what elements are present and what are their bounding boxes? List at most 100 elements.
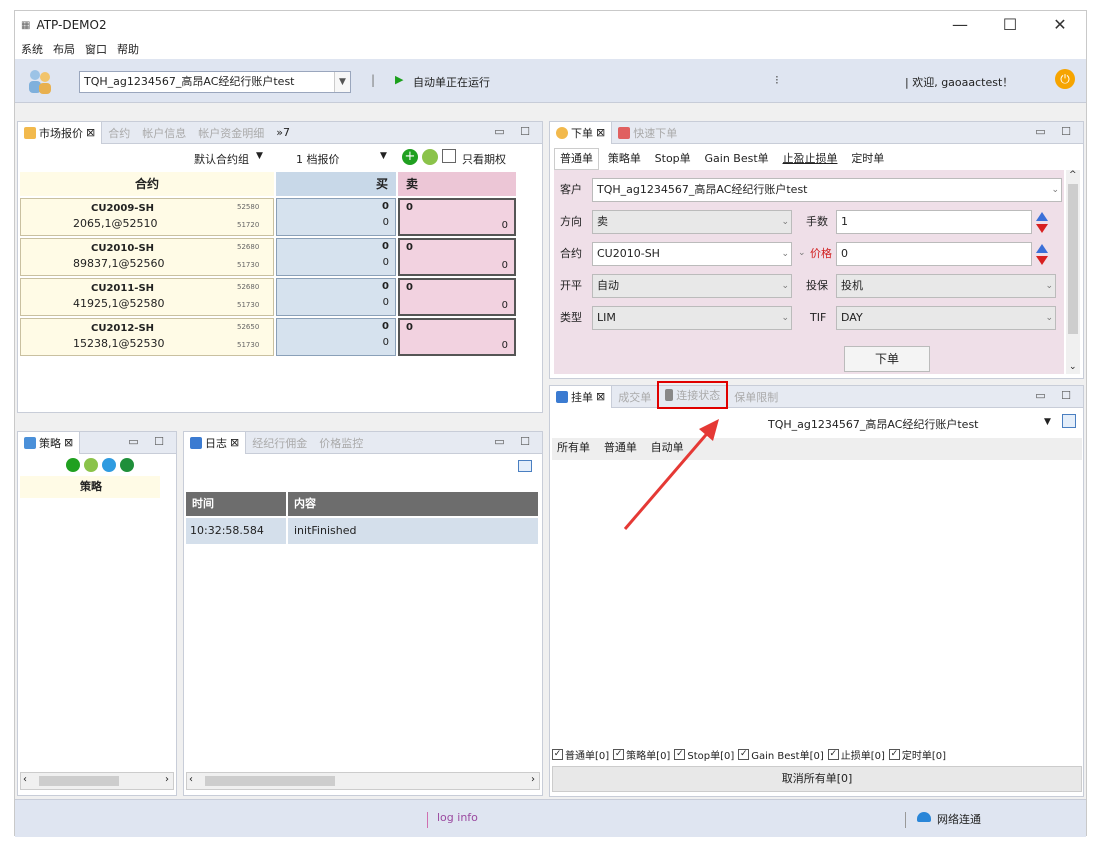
quote-row[interactable]: CU2009-SH 2065,1@52510 52580 51720 0 0 0 0 — [20, 198, 520, 236]
tab-log[interactable]: 日志 ⊠ — [184, 431, 247, 454]
log-table-icon[interactable] — [518, 460, 532, 472]
quick-order-icon — [618, 126, 631, 139]
connection-icon — [665, 388, 674, 401]
maximize-button[interactable]: ☐ — [990, 14, 1030, 36]
check-gain-best[interactable]: ✓ Gain Best单[0] — [738, 747, 824, 762]
refresh-strategy-icon[interactable] — [102, 458, 116, 472]
pending-account-select[interactable]: TQH_ag1234567_高昂AC经纪行账户test — [768, 416, 979, 432]
tab-broker-commission[interactable]: 经纪行佣金 — [246, 432, 313, 454]
price-input[interactable]: 0 — [836, 242, 1032, 266]
sell-cell[interactable]: 00 — [398, 198, 516, 236]
chevron-down-icon[interactable]: ⌄ — [798, 248, 806, 258]
submit-order-button[interactable]: 下单 — [844, 346, 930, 372]
tab-price-monitor[interactable]: 价格监控 — [313, 432, 369, 454]
group-select[interactable]: 默认合约组 — [194, 151, 249, 167]
tab-contract[interactable]: 合约 — [102, 122, 136, 144]
check-normal[interactable]: ✓ 普通单[0] — [552, 747, 609, 762]
tab-order-limit[interactable]: 保单限制 — [728, 386, 784, 408]
edit-strategy-icon[interactable] — [84, 458, 98, 472]
only-options-checkbox[interactable] — [442, 149, 456, 163]
subtab-strategy[interactable]: 策略单 — [603, 149, 646, 169]
menu-layout[interactable]: 布局 — [53, 41, 75, 57]
menu-window[interactable]: 窗口 — [85, 41, 107, 57]
panel-minmax-icons[interactable]: ▭ ☐ — [1035, 389, 1077, 402]
check-timed[interactable]: ✓ 定时单[0] — [888, 747, 946, 762]
arrow-up-icon[interactable] — [1036, 212, 1048, 221]
tab-account-funds[interactable]: 帐户资金明细 — [192, 122, 270, 144]
tab-market-quote[interactable]: 市场报价 ⊠ — [18, 121, 103, 144]
panel-minmax-icons[interactable]: ▭ ☐ — [494, 125, 536, 138]
tab-account-info[interactable]: 帐户信息 — [136, 122, 192, 144]
checkbox[interactable]: ✓ — [613, 748, 625, 760]
tab-filled[interactable]: 成交单 — [612, 386, 657, 408]
download-strategy-icon[interactable] — [120, 458, 134, 472]
qty-stepper[interactable] — [1036, 212, 1048, 236]
contract-select[interactable]: CU2010-SH ⌄ — [592, 242, 792, 266]
quote-row[interactable]: CU2012-SH 15238,1@52530 52650 51730 0 0 0 0 — [20, 318, 520, 356]
buy-cell[interactable]: 00 — [276, 238, 396, 276]
cancel-all-button[interactable]: 取消所有单[0] — [552, 766, 1082, 792]
subtab-gain-best[interactable]: Gain Best单 — [700, 149, 774, 169]
add-icon[interactable]: + — [402, 149, 418, 165]
openclose-select[interactable]: 自动 ⌄ — [592, 274, 792, 298]
sell-cell[interactable]: 00 — [398, 278, 516, 316]
direction-select[interactable]: 卖 ⌄ — [592, 210, 792, 234]
quote-row[interactable]: CU2011-SH 41925,1@52580 52680 51730 0 0 0 0 — [20, 278, 520, 316]
buy-cell[interactable]: 00 — [276, 318, 396, 356]
arrow-down-icon[interactable] — [1036, 256, 1048, 265]
quote-row[interactable]: CU2010-SH 89837,1@52560 52680 51730 0 0 0 0 — [20, 238, 520, 276]
tif-select[interactable]: DAY ⌄ — [836, 306, 1056, 330]
check-stop[interactable]: ✓ Stop单[0] — [674, 747, 734, 762]
menu-system[interactable]: 系统 — [21, 41, 43, 57]
contract-cell: CU2010-SH 89837,1@52560 52680 51730 — [20, 238, 274, 276]
checkbox[interactable]: ✓ — [827, 748, 839, 760]
buy-cell[interactable]: 00 — [276, 278, 396, 316]
arrow-up-icon[interactable] — [1036, 244, 1048, 253]
subtab-stop[interactable]: Stop单 — [650, 149, 696, 169]
depth-select[interactable]: 1 档报价 — [296, 151, 340, 167]
sell-cell[interactable]: 00 — [398, 238, 516, 276]
log-hscroll[interactable]: ‹ › — [186, 772, 540, 790]
chevron-down-icon[interactable]: ▼ — [1044, 417, 1051, 427]
order-vscroll[interactable]: ^ ⌄ — [1066, 170, 1080, 374]
tab-pending[interactable]: 挂单 ⊠ — [550, 385, 613, 408]
checkbox[interactable]: ✓ — [888, 748, 900, 760]
log-info-link[interactable]: log info — [437, 811, 478, 824]
subtab-normal[interactable]: 普通单 — [554, 148, 599, 170]
arrow-down-icon[interactable] — [1036, 224, 1048, 233]
strategy-hscroll[interactable]: ‹ › — [20, 772, 174, 790]
chevron-down-icon[interactable]: ▼ — [256, 151, 263, 161]
panel-minmax-icons[interactable]: ▭ ☐ — [494, 435, 536, 448]
customer-select[interactable]: TQH_ag1234567_高昂AC经纪行账户test ⌄ — [592, 178, 1062, 202]
menu-help[interactable]: 帮助 — [117, 41, 139, 57]
tab-overflow[interactable]: »7 — [270, 122, 296, 144]
type-select[interactable]: LIM ⌄ — [592, 306, 792, 330]
sell-cell[interactable]: 00 — [398, 318, 516, 356]
subtab-timed[interactable]: 定时单 — [846, 149, 889, 169]
tab-order[interactable]: 下单 ⊠ — [550, 121, 613, 144]
checkbox[interactable]: ✓ — [738, 748, 750, 760]
subtab-stop-profit-loss[interactable]: 止盈止损单 — [777, 149, 842, 169]
checkbox[interactable]: ✓ — [552, 748, 563, 760]
minimize-button[interactable]: — — [940, 14, 980, 36]
add-strategy-icon[interactable] — [66, 458, 80, 472]
leaf-icon[interactable] — [422, 149, 438, 165]
panel-minmax-icons[interactable]: ▭ ☐ — [128, 435, 170, 448]
tab-strategy[interactable]: 策略 ⊠ — [18, 431, 81, 454]
price-stepper[interactable] — [1036, 244, 1048, 268]
power-icon[interactable]: ⏻ — [1055, 69, 1075, 89]
hedge-select[interactable]: 投机 ⌄ — [836, 274, 1056, 298]
tab-quick-order[interactable]: 快速下单 — [612, 122, 683, 144]
checkbox[interactable]: ✓ — [674, 748, 686, 760]
export-icon[interactable] — [1062, 414, 1076, 428]
chevron-down-icon[interactable]: ▼ — [380, 151, 387, 161]
check-stop-loss[interactable]: ✓ 止损单[0] — [827, 747, 885, 762]
panel-minmax-icons[interactable]: ▭ ☐ — [1035, 125, 1077, 138]
tab-connection-status[interactable]: 连接状态 — [657, 380, 729, 409]
close-button[interactable]: ✕ — [1040, 14, 1080, 36]
buy-cell[interactable]: 00 — [276, 198, 396, 236]
account-select[interactable]: TQH_ag1234567_高昂AC经纪行账户test ▼ — [79, 71, 351, 93]
qty-input[interactable]: 1 — [836, 210, 1032, 234]
check-strategy[interactable]: ✓ 策略单[0] — [613, 747, 670, 762]
subtab-all[interactable]: 所有单 — [552, 438, 595, 458]
